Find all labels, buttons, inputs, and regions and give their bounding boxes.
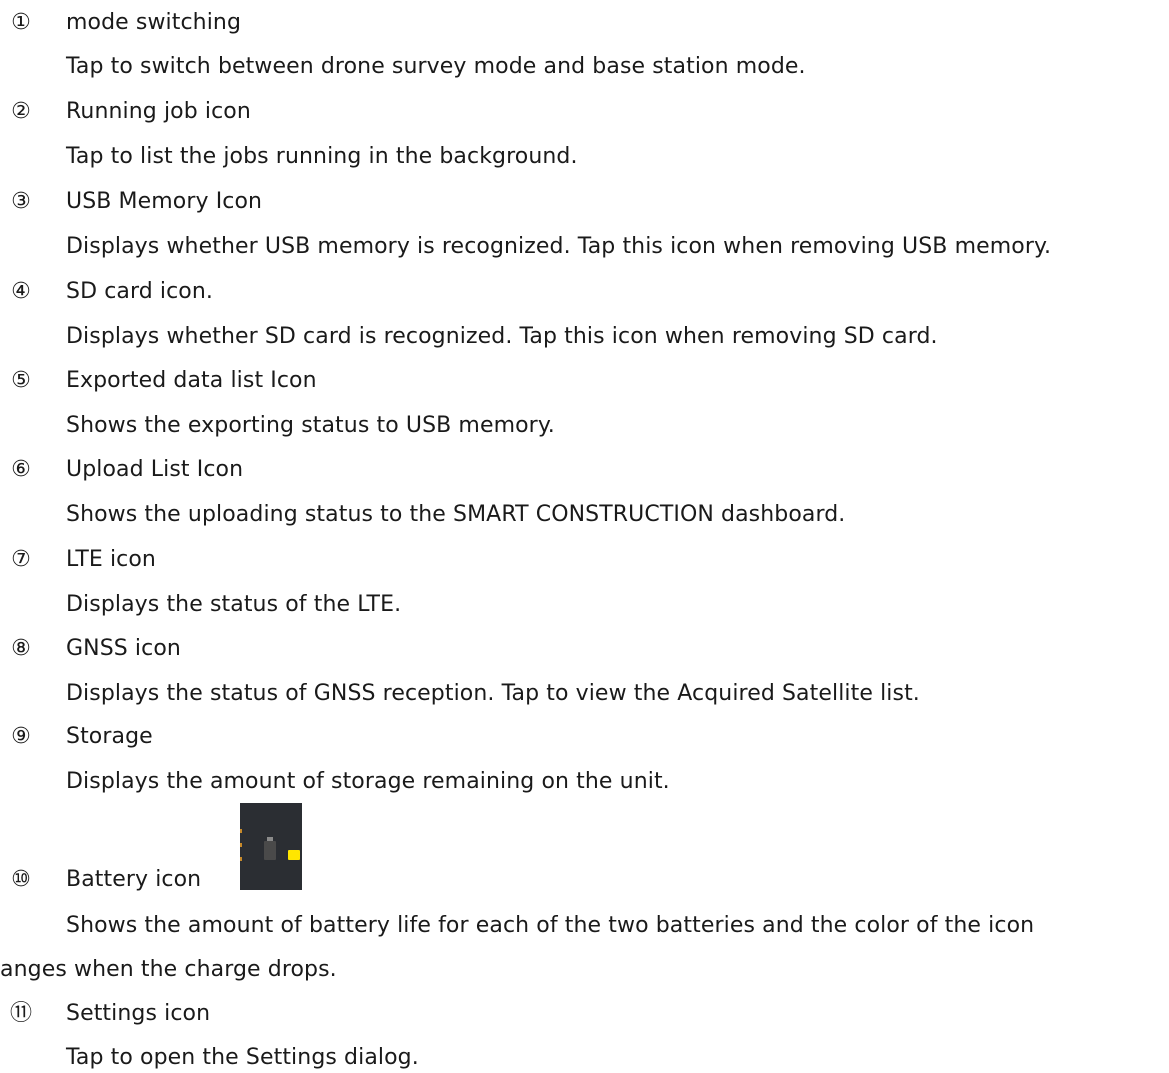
- item-description: Shows the uploading status to the SMART …: [66, 502, 846, 527]
- item-title: USB Memory Icon: [66, 189, 263, 214]
- item-title: mode switching: [66, 10, 242, 35]
- item-title: Settings icon: [66, 1001, 211, 1026]
- item-description: Tap to open the Settings dialog.: [66, 1045, 419, 1070]
- item-title: GNSS icon: [66, 636, 181, 661]
- indicator-marks: [240, 829, 242, 865]
- item-number: ②: [11, 99, 31, 124]
- item-title: Storage: [66, 724, 153, 749]
- item-description: Shows the exporting status to USB memory…: [66, 413, 555, 438]
- item-number: ③: [11, 189, 31, 214]
- item-description: Tap to switch between drone survey mode …: [66, 54, 806, 79]
- item-title: Battery icon: [66, 867, 202, 892]
- item-description: Displays the status of GNSS reception. T…: [66, 681, 920, 706]
- item-title: Upload List Icon: [66, 457, 244, 482]
- item-number: ①: [11, 10, 31, 35]
- battery-charge-fill: [288, 849, 300, 860]
- item-number: ⑧: [11, 636, 31, 661]
- item-description: Displays the status of the LTE.: [66, 592, 402, 617]
- item-number: ⑨: [11, 724, 31, 749]
- item-title: Running job icon: [66, 99, 251, 124]
- item-description: Displays whether USB memory is recognize…: [66, 234, 1052, 259]
- item-number: ⑪: [9, 1001, 33, 1026]
- battery-icon: [240, 803, 302, 890]
- item-number: ⑥: [11, 457, 31, 482]
- manual-page: ① mode switching Tap to switch between d…: [0, 0, 1169, 1073]
- item-number: ④: [11, 279, 31, 304]
- item-number: ⑤: [11, 368, 31, 393]
- item-description: Shows the amount of battery life for eac…: [66, 913, 1035, 938]
- item-description: Displays the amount of storage remaining…: [66, 769, 670, 794]
- battery-body: [264, 841, 300, 860]
- item-title: Exported data list Icon: [66, 368, 317, 393]
- item-description-continued: anges when the charge drops.: [0, 957, 337, 982]
- item-number: ⑩: [11, 867, 31, 892]
- item-title: LTE icon: [66, 547, 156, 572]
- item-description: Tap to list the jobs running in the back…: [66, 144, 578, 169]
- item-description: Displays whether SD card is recognized. …: [66, 324, 938, 349]
- item-title: SD card icon.: [66, 279, 213, 304]
- item-number: ⑦: [11, 547, 31, 572]
